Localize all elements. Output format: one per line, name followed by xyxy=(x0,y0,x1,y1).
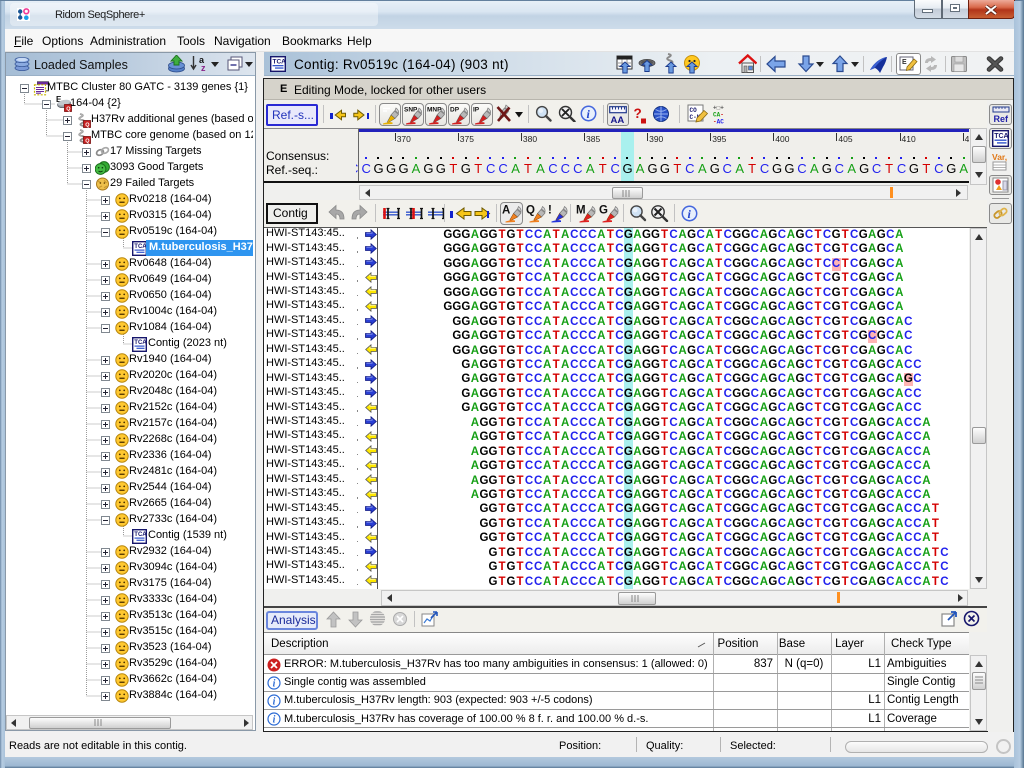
svg-text:Q: Q xyxy=(85,122,90,128)
svg-text:!: ! xyxy=(548,205,552,217)
svg-text:+□+: +□+ xyxy=(713,105,724,112)
svg-text:DP: DP xyxy=(450,106,460,113)
svg-text:Q: Q xyxy=(526,205,535,217)
svg-text:IP: IP xyxy=(473,106,480,113)
svg-text:A: A xyxy=(502,205,510,217)
svg-text:-AC: -AC xyxy=(713,119,724,126)
svg-text:Var,: Var, xyxy=(992,152,1007,162)
svg-text:TCA: TCA xyxy=(134,340,147,346)
svg-text:i: i xyxy=(273,696,276,707)
svg-text:Q: Q xyxy=(85,138,90,144)
svg-text:E: E xyxy=(902,59,907,66)
svg-text:AA: AA xyxy=(611,115,625,124)
svg-text:Ref: Ref xyxy=(994,114,1010,123)
svg-text:M: M xyxy=(576,205,586,217)
svg-text:i: i xyxy=(273,678,276,689)
svg-text:CO: CO xyxy=(690,107,698,114)
svg-text:TCA: TCA xyxy=(273,59,287,66)
svg-text:G: G xyxy=(599,205,608,217)
svg-text:TCA: TCA xyxy=(134,532,147,538)
svg-text:CA-: CA- xyxy=(713,112,724,119)
svg-text:z: z xyxy=(201,63,206,73)
svg-text:TCA: TCA xyxy=(994,133,1008,140)
svg-text:i: i xyxy=(273,715,276,726)
svg-text:?: ? xyxy=(634,106,642,121)
